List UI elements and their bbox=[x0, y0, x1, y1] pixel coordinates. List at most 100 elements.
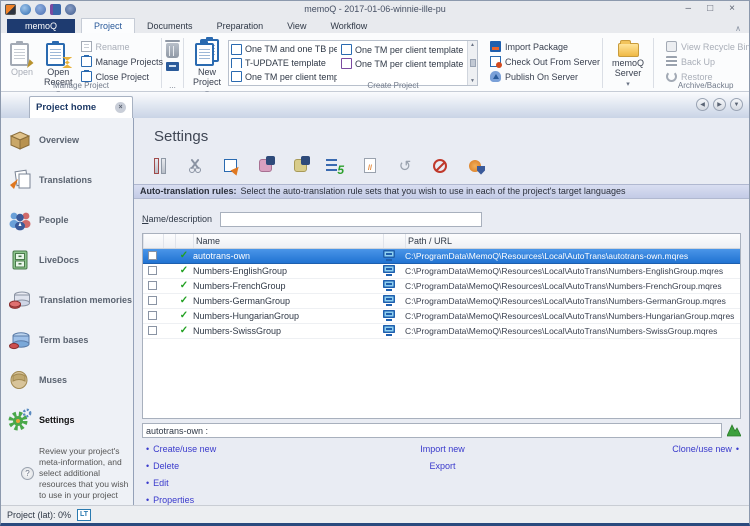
font-substitution-icon[interactable] bbox=[463, 155, 487, 177]
tm-settings-icon[interactable] bbox=[253, 155, 277, 177]
tab-close-icon[interactable]: × bbox=[115, 102, 126, 113]
local-resource-icon bbox=[383, 325, 395, 336]
livedocs-settings-icon[interactable] bbox=[288, 155, 312, 177]
edit-link[interactable]: • Edit bbox=[146, 478, 344, 488]
sidebar-item-settings[interactable]: Settings bbox=[7, 406, 133, 434]
table-row[interactable]: ✓ Numbers-SwissGroup C:\ProgramData\Memo… bbox=[143, 324, 740, 339]
back-up-button[interactable]: Back Up bbox=[666, 56, 750, 67]
open-button[interactable]: Open bbox=[5, 37, 39, 80]
col-status bbox=[175, 234, 193, 248]
template-item[interactable]: One TM per client template 2 bbox=[341, 44, 465, 55]
project-home-tab[interactable]: Project home × bbox=[29, 96, 133, 118]
spellcheck-icon[interactable] bbox=[727, 424, 741, 437]
local-resource-icon bbox=[383, 250, 395, 261]
segmentation-rules-icon[interactable] bbox=[183, 155, 207, 177]
check-icon: ✓ bbox=[175, 295, 193, 306]
export-path-rules-icon[interactable]: // bbox=[358, 155, 382, 177]
memoq-server-button[interactable]: memoQ Server ▾ bbox=[607, 37, 649, 90]
properties-link[interactable]: • Properties bbox=[146, 495, 344, 505]
sidebar-item-livedocs[interactable]: LiveDocs bbox=[7, 246, 133, 274]
minimize-button[interactable]: – bbox=[686, 4, 692, 14]
delete-project-trash-icon[interactable] bbox=[166, 43, 179, 58]
table-row[interactable]: ✓ Numbers-EnglishGroup C:\ProgramData\Me… bbox=[143, 264, 740, 279]
col-path-header[interactable]: Path / URL bbox=[405, 234, 740, 248]
new-project-button[interactable]: New Project ▾ bbox=[188, 37, 226, 99]
bullet-icon: • bbox=[146, 478, 149, 488]
resource-description-box: autotrans-own : bbox=[142, 423, 722, 438]
general-settings-icon[interactable] bbox=[148, 155, 172, 177]
create-use-new-link[interactable]: • Create/use new bbox=[146, 444, 344, 454]
manage-projects-button[interactable]: Manage Projects bbox=[81, 56, 164, 67]
sidebar-item-translation-memories[interactable]: Translation memories bbox=[7, 286, 133, 314]
sidebar-item-translations[interactable]: Translations bbox=[7, 166, 133, 194]
ribbon-group-create-project: New Project ▾ One TM and one TB per ... … bbox=[184, 35, 602, 91]
template-item[interactable]: T-UPDATE template bbox=[231, 58, 337, 69]
col-name-header[interactable]: Name bbox=[193, 234, 383, 248]
template-icon bbox=[231, 58, 242, 69]
lt-badge[interactable]: LT bbox=[77, 509, 91, 521]
ignore-lists-icon[interactable]: ↺ bbox=[393, 155, 417, 177]
check-out-icon bbox=[490, 56, 501, 67]
people-icon bbox=[7, 208, 33, 232]
tab-documents[interactable]: Documents bbox=[135, 19, 205, 33]
tab-workflow[interactable]: Workflow bbox=[318, 19, 379, 33]
row-checkbox[interactable] bbox=[148, 296, 157, 305]
tab-memoq[interactable]: memoQ bbox=[7, 19, 75, 33]
row-checkbox[interactable] bbox=[148, 326, 157, 335]
name-description-filter-input[interactable] bbox=[220, 212, 482, 227]
row-checkbox[interactable] bbox=[148, 281, 157, 290]
memoq-logo-icon[interactable] bbox=[5, 4, 16, 15]
tab-project[interactable]: Project bbox=[81, 18, 135, 33]
help-question-icon[interactable]: ? bbox=[21, 467, 34, 480]
notebook-icon[interactable] bbox=[50, 4, 61, 15]
auto-translation-rules-icon[interactable]: 5 bbox=[323, 155, 347, 177]
template-item[interactable]: One TM per client template bbox=[341, 58, 465, 69]
import-new-link[interactable]: Import new bbox=[344, 444, 542, 454]
collapse-ribbon-icon[interactable]: ∧ bbox=[735, 24, 741, 33]
template-item[interactable]: One TM and one TB per ... bbox=[231, 44, 337, 55]
rename-button[interactable]: Rename bbox=[81, 41, 164, 52]
row-checkbox[interactable] bbox=[148, 311, 157, 320]
template-list-scrollbar[interactable]: ▲ ▼ bbox=[467, 41, 477, 85]
row-checkbox[interactable] bbox=[148, 251, 157, 260]
close-button[interactable]: × bbox=[729, 4, 735, 14]
non-translatables-icon[interactable] bbox=[428, 155, 452, 177]
bullet-icon: • bbox=[146, 495, 149, 505]
nav-menu-button[interactable]: ▼ bbox=[730, 98, 743, 111]
qa-settings-icon[interactable] bbox=[218, 155, 242, 177]
nav-back-button[interactable]: ◀ bbox=[696, 98, 709, 111]
local-resource-icon bbox=[383, 280, 395, 291]
tab-preparation[interactable]: Preparation bbox=[205, 19, 276, 33]
tab-view[interactable]: View bbox=[275, 19, 318, 33]
help-icon[interactable] bbox=[20, 4, 31, 15]
page-title: Settings bbox=[154, 128, 749, 145]
open-recent-button[interactable]: Open Recent ▾ bbox=[39, 37, 78, 99]
band-text: Select the auto-translation rule sets th… bbox=[241, 186, 626, 196]
sidebar-item-muses[interactable]: Muses bbox=[7, 366, 133, 394]
options-gear-icon[interactable] bbox=[65, 4, 76, 15]
export-link[interactable]: Export bbox=[344, 461, 542, 471]
scroll-up-icon[interactable]: ▲ bbox=[470, 42, 475, 48]
table-row[interactable]: ✓ Numbers-FrenchGroup C:\ProgramData\Mem… bbox=[143, 279, 740, 294]
row-checkbox[interactable] bbox=[148, 266, 157, 275]
group-label-manage-project: Manage Project bbox=[1, 81, 161, 90]
bullet-icon: • bbox=[736, 444, 739, 454]
clone-use-new-link[interactable]: Clone/use new • bbox=[541, 444, 739, 454]
local-resource-icon bbox=[383, 310, 395, 321]
nav-forward-button[interactable]: ▶ bbox=[713, 98, 726, 111]
import-package-button[interactable]: Import Package bbox=[490, 41, 600, 52]
view-recycle-bin-button[interactable]: View Recycle Bin bbox=[666, 41, 750, 52]
archive-drawer-icon[interactable] bbox=[166, 62, 179, 71]
delete-link[interactable]: • Delete bbox=[146, 461, 344, 471]
table-row[interactable]: ✓ Numbers-HungarianGroup C:\ProgramData\… bbox=[143, 309, 740, 324]
sidebar-item-people[interactable]: People bbox=[7, 206, 133, 234]
maximize-button[interactable]: □ bbox=[707, 4, 713, 14]
sidebar-item-term-bases[interactable]: Term bases bbox=[7, 326, 133, 354]
import-package-icon bbox=[490, 41, 501, 52]
table-row[interactable]: ✓ autotrans-own C:\ProgramData\MemoQ\Res… bbox=[143, 249, 740, 264]
table-row[interactable]: ✓ Numbers-GermanGroup C:\ProgramData\Mem… bbox=[143, 294, 740, 309]
scroll-thumb[interactable] bbox=[470, 59, 476, 67]
check-out-from-server-button[interactable]: Check Out From Server bbox=[490, 56, 600, 67]
sidebar-item-overview[interactable]: Overview bbox=[7, 126, 133, 154]
sync-icon[interactable] bbox=[35, 4, 46, 15]
